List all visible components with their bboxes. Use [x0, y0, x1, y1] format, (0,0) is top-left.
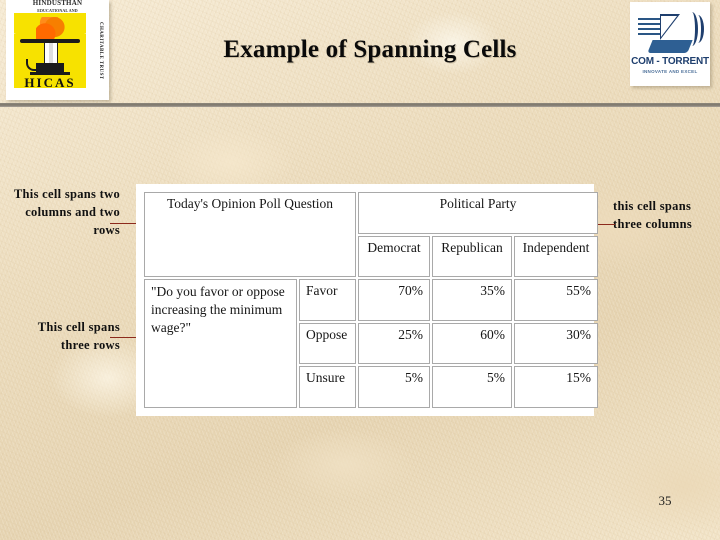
cell-oppose-independent: 30% [514, 322, 599, 365]
com-torrent-wordmark: COM - TORRENT [631, 56, 709, 67]
cell-unsure-republican: 5% [432, 366, 512, 408]
com-torrent-logo: COM - TORRENT INNOVATE AND EXCEL [630, 2, 710, 86]
sail-inner-icon [661, 16, 677, 37]
cell-poll-question: "Do you favor or oppose increasing the m… [144, 279, 297, 408]
hicas-wordmark: HICAS [24, 75, 76, 90]
cell-political-party-header: Political Party [358, 192, 599, 234]
table-row-header-1: Today's Opinion Poll Question Political … [144, 192, 599, 278]
hicas-logo-toptext: HINDUSTHAN EDUCATIONAL AND [6, 0, 109, 13]
slide-canvas: HINDUSTHAN EDUCATIONAL AND HICAS CHARITA… [0, 0, 720, 540]
annotation-spans-three-columns: this cell spans three columns [613, 199, 693, 231]
laptop-hull-icon [647, 40, 693, 53]
cell-favor-republican: 35% [432, 279, 512, 321]
com-torrent-tagline: INNOVATE AND EXCEL [642, 69, 698, 74]
annotation-spans-three-rows: This cell spans three rows [37, 320, 120, 352]
table-row-favor: "Do you favor or oppose increasing the m… [144, 279, 599, 408]
cell-oppose-republican: 60% [432, 322, 512, 365]
cell-unsure-independent: 15% [514, 366, 599, 408]
leader-line-bottom-left [110, 337, 137, 338]
com-torrent-emblem: COM - TORRENT INNOVATE AND EXCEL [630, 2, 710, 86]
cell-column-header-independent: Independent [514, 235, 599, 278]
cell-column-header-republican: Republican [432, 235, 512, 278]
page-title: Example of Spanning Cells [223, 36, 517, 63]
hicas-logo-sidetext: CHARITABLE TRUST [98, 21, 103, 80]
opinion-poll-table: Today's Opinion Poll Question Political … [142, 190, 600, 410]
hicas-lamp-stem-icon [44, 43, 58, 63]
hicas-emblem-plate: HICAS [14, 13, 86, 90]
cell-column-header-democrat: Democrat [358, 235, 430, 278]
speed-lines-icon [638, 18, 660, 38]
hicas-logo-topline: HINDUSTHAN [32, 0, 83, 7]
page-number: 35 [658, 493, 672, 508]
cell-favor-democrat: 70% [358, 279, 430, 321]
cell-row-label-favor: Favor [299, 279, 356, 321]
hicas-logo: HINDUSTHAN EDUCATIONAL AND HICAS CHARITA… [6, 0, 109, 100]
wave-icon-2 [694, 15, 704, 43]
annotation-spans-two-columns-two-rows: This cell spans two columns and two rows [13, 187, 120, 237]
cell-unsure-democrat: 5% [358, 366, 430, 408]
leader-line-top-left [110, 223, 137, 224]
hicas-flame-icon [36, 17, 66, 41]
cell-question-header: Today's Opinion Poll Question [144, 192, 356, 278]
poll-table-frame: Today's Opinion Poll Question Political … [136, 184, 599, 416]
cell-row-label-oppose: Oppose [299, 322, 356, 365]
cell-row-label-unsure: Unsure [299, 366, 356, 408]
header-divider [0, 103, 720, 107]
cell-favor-independent: 55% [514, 279, 599, 321]
cell-oppose-democrat: 25% [358, 322, 430, 365]
